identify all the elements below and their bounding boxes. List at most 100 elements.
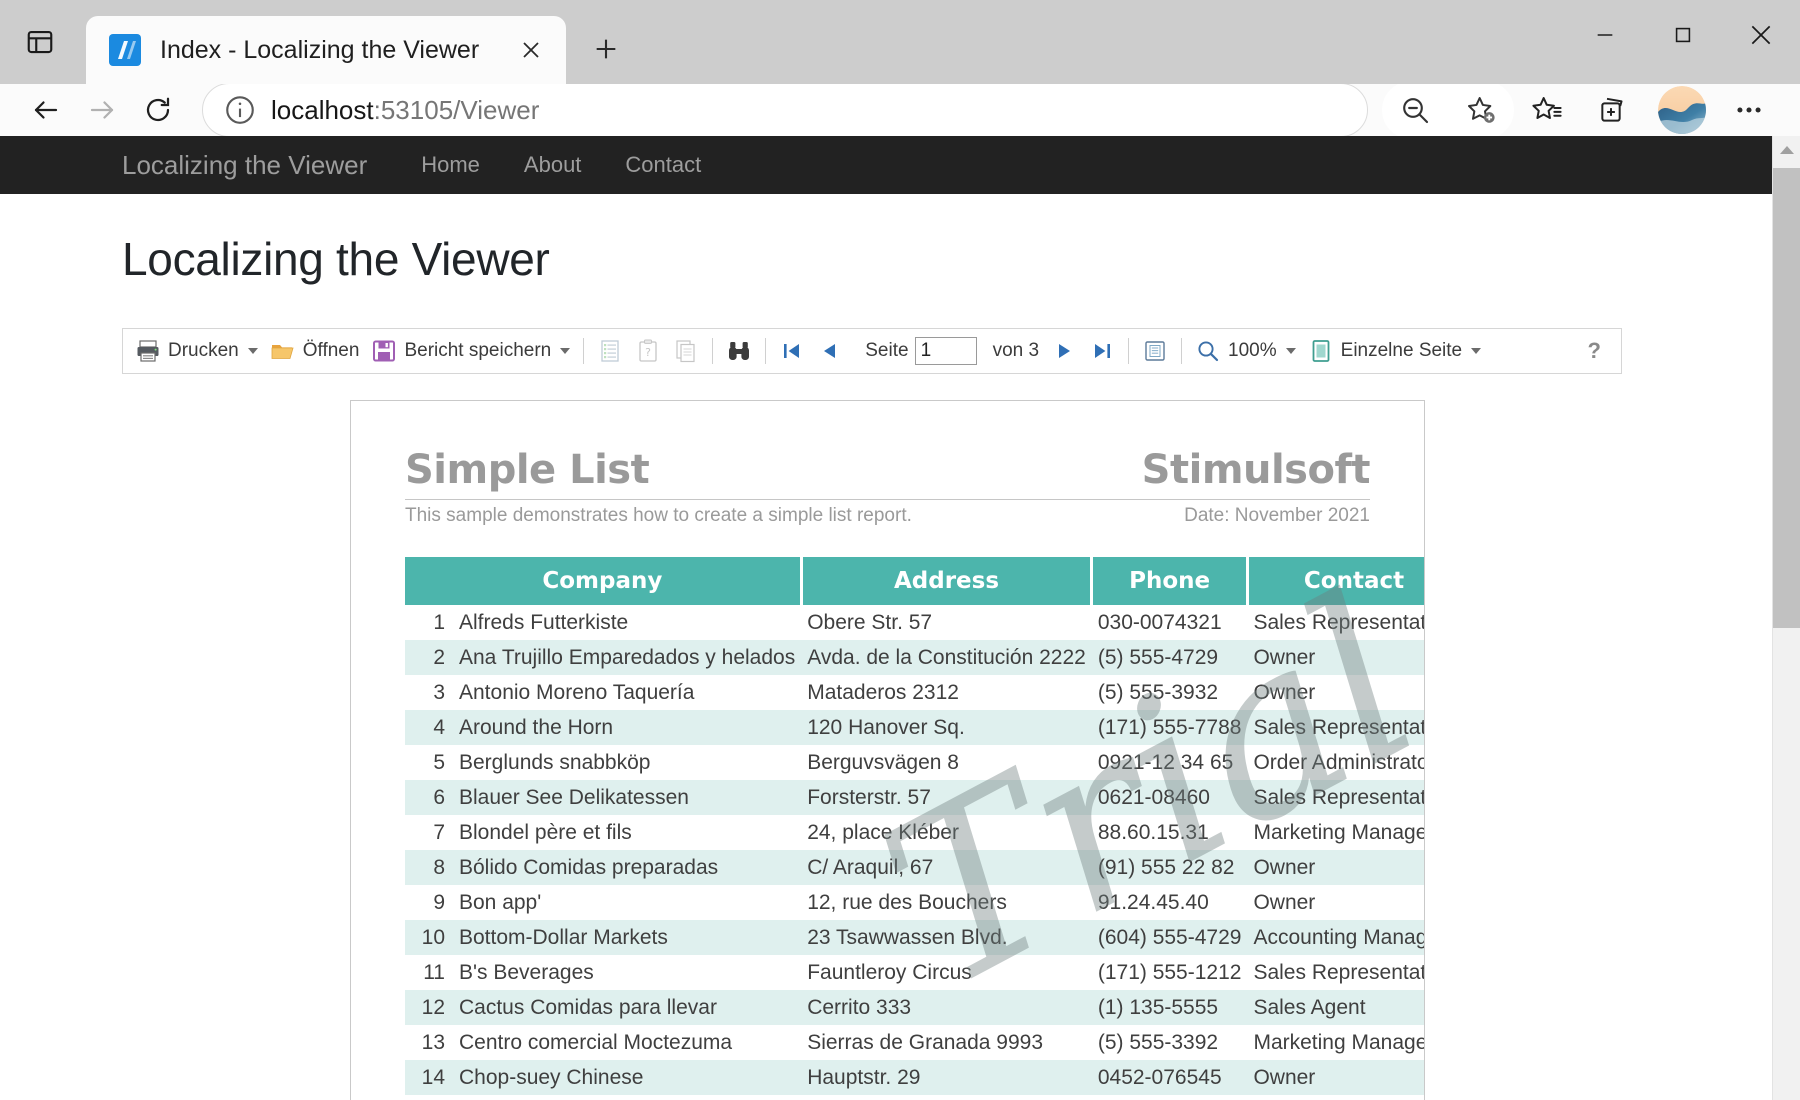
- first-page-button[interactable]: [773, 331, 811, 371]
- nav-link-home[interactable]: Home: [421, 152, 480, 178]
- page-number-input[interactable]: [914, 337, 977, 365]
- page-viewport: Localizing the Viewer Home About Contact…: [0, 136, 1800, 1100]
- cell-contact: Sales Agent: [1247, 990, 1424, 1025]
- new-tab-button[interactable]: [580, 23, 632, 75]
- nav-link-contact[interactable]: Contact: [625, 152, 701, 178]
- url-path: :53105/Viewer: [373, 94, 540, 125]
- cell-phone: (171) 555-1212: [1097, 960, 1242, 984]
- cell-phone: 030-0074321: [1097, 610, 1222, 634]
- cell-company: 5 Berglunds snabbköp: [433, 750, 651, 774]
- browser-tab[interactable]: Index - Localizing the Viewer: [86, 16, 566, 84]
- save-icon: [373, 340, 396, 362]
- column-header-address: Address: [801, 557, 1094, 605]
- table-row: 12 Cactus Comidas para llevar Cerrito 333(…: [405, 990, 1424, 1025]
- add-favorite-icon[interactable]: [1452, 81, 1510, 139]
- cell-company: 13 Centro comercial Moctezuma: [421, 1030, 733, 1054]
- column-header-phone: Phone: [1091, 557, 1249, 605]
- cell-company: 8 Bólido Comidas preparadas: [405, 850, 802, 885]
- cell-contact: Owner: [1253, 890, 1316, 914]
- save-report-dropdown-caret[interactable]: [560, 348, 571, 354]
- print-button[interactable]: Drucken: [129, 331, 264, 371]
- column-header-contact: Contact: [1247, 557, 1424, 605]
- find-binoculars-icon: [729, 342, 750, 360]
- table-row: 1 Alfreds Futterkiste Obere Str. 57 030-007…: [405, 605, 1424, 640]
- toolbar-separator: [712, 338, 714, 364]
- cell-contact: Order Administrator: [1253, 750, 1425, 774]
- omnibox-actions-pill: [1382, 81, 1514, 139]
- window-controls: [1566, 0, 1800, 70]
- cell-phone: (171) 555-7788: [1091, 710, 1248, 745]
- cell-address: Cerrito 333: [801, 990, 1092, 1025]
- maximize-button[interactable]: [1644, 0, 1722, 70]
- table-row: 15Comércio MineiroAv. dos Lusíadas, 23(1…: [405, 1095, 1424, 1100]
- report-logo: Stimulsoft: [1141, 447, 1371, 493]
- parameters-button: ?: [629, 331, 667, 371]
- view-mode-button[interactable]: Einzelne Seite: [1302, 331, 1487, 371]
- favorites-icon[interactable]: [1518, 81, 1576, 139]
- page-label: Seite: [865, 340, 909, 361]
- tab-close-icon[interactable]: [510, 29, 552, 71]
- save-report-label: Bericht speichern: [404, 340, 552, 361]
- info-circle-icon[interactable]: [223, 93, 257, 127]
- cell-company: 14 Chop-suey Chinese: [405, 1060, 802, 1095]
- forward-arrow-icon: [74, 82, 130, 138]
- printer-icon: [137, 340, 159, 362]
- cell-company: 4 Around the Horn: [405, 710, 802, 745]
- browser-titlebar: Index - Localizing the Viewer: [0, 0, 1800, 84]
- view-mode-dropdown-caret[interactable]: [1471, 348, 1482, 354]
- cell-address: Berguvsvägen 8: [807, 750, 959, 774]
- scrollbar-thumb[interactable]: [1773, 168, 1800, 628]
- cell-address: Obere Str. 57: [807, 610, 933, 634]
- svg-text:?: ?: [645, 346, 651, 359]
- folder-open-icon: [271, 345, 294, 359]
- cell-contact: Accounting Manager: [1247, 920, 1424, 955]
- reload-icon[interactable]: [130, 82, 186, 138]
- print-dropdown-caret[interactable]: [247, 348, 258, 354]
- last-page-button[interactable]: [1083, 331, 1121, 371]
- cell-phone: (5) 555-3392: [1097, 1030, 1219, 1054]
- cell-company: 10 Bottom-Dollar Markets: [405, 920, 802, 955]
- table-row: 13 Centro comercial Moctezuma Sierras de G…: [405, 1025, 1424, 1060]
- cell-contact: Owner: [1247, 850, 1424, 885]
- cell-phone: (5) 555-3932: [1097, 680, 1219, 704]
- cell-address: C/ Araquil, 67: [801, 850, 1092, 885]
- scroll-up-button[interactable]: [1773, 136, 1800, 164]
- address-bar[interactable]: localhost:53105/Viewer: [202, 83, 1368, 137]
- minimize-button[interactable]: [1566, 0, 1644, 70]
- cell-phone: (11) 555-7647: [1092, 1095, 1248, 1100]
- cell-contact: Sales Representative: [1247, 780, 1424, 815]
- settings-more-icon[interactable]: [1720, 81, 1778, 139]
- table-row: 10 Bottom-Dollar Markets 23 Tsawwassen Blv…: [405, 920, 1424, 955]
- scroll-up-arrow-icon: [1780, 146, 1794, 154]
- cell-address: Av. dos Lusíadas, 23: [801, 1095, 1092, 1100]
- save-report-button[interactable]: Bericht speichern: [365, 331, 576, 371]
- help-button[interactable]: ?: [1574, 338, 1615, 364]
- site-brand[interactable]: Localizing the Viewer: [122, 150, 367, 181]
- cell-company: 7 Blondel père et fils: [433, 820, 632, 844]
- back-arrow-icon[interactable]: [18, 82, 74, 138]
- zoom-dropdown-caret[interactable]: [1285, 348, 1296, 354]
- fullscreen-button[interactable]: [1136, 331, 1174, 371]
- tab-search-icon[interactable]: [8, 10, 72, 74]
- cell-address: Avda. de la Constitución 2222: [801, 640, 1092, 675]
- profile-avatar[interactable]: [1658, 86, 1706, 134]
- collections-icon[interactable]: [1584, 81, 1642, 139]
- parameters-icon: ?: [639, 339, 657, 362]
- toolbar-separator: [1128, 338, 1130, 364]
- previous-page-button[interactable]: [811, 331, 849, 371]
- bookmarks-button: [591, 331, 629, 371]
- table-header-row: Company Address Phone Contact: [405, 557, 1424, 605]
- table-row: 5 Berglunds snabbköp Berguvsvägen 8 0921-12…: [405, 745, 1425, 780]
- find-button[interactable]: [720, 331, 758, 371]
- cell-phone: (604) 555-4729: [1091, 920, 1248, 955]
- cell-address: Fauntleroy Circus: [807, 960, 972, 984]
- cell-address: Mataderos 2312: [807, 680, 959, 704]
- next-page-button[interactable]: [1045, 331, 1083, 371]
- open-button[interactable]: Öffnen: [264, 331, 366, 371]
- page-scrollbar[interactable]: [1772, 136, 1800, 1100]
- zoom-button[interactable]: 100%: [1189, 331, 1302, 371]
- report-header-rule: [405, 499, 1370, 500]
- zoom-out-icon[interactable]: [1386, 81, 1444, 139]
- close-window-button[interactable]: [1722, 0, 1800, 70]
- nav-link-about[interactable]: About: [524, 152, 582, 178]
